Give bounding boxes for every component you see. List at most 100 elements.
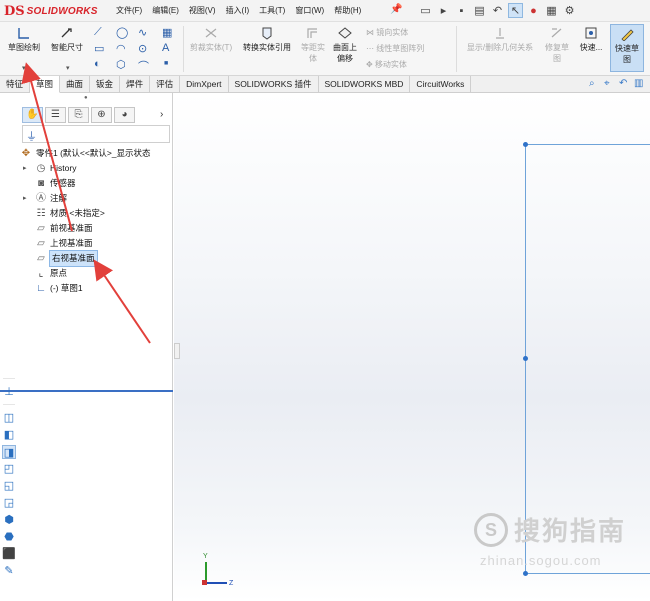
section-view-icon[interactable]: ▥ bbox=[634, 78, 646, 90]
offset-on-surface-button[interactable]: 曲面上 偏移 bbox=[330, 26, 360, 64]
menu-edit[interactable]: 编辑(E) bbox=[152, 5, 179, 16]
rectangle-icon[interactable]: ▭ bbox=[94, 42, 104, 55]
graphics-area[interactable]: S 搜狗指南 zhinan.sogou.com Y Z bbox=[174, 93, 650, 601]
tab-surfaces[interactable]: 曲面 bbox=[60, 76, 91, 93]
top-view-icon[interactable]: ◰ bbox=[2, 462, 16, 476]
quick-snaps-button[interactable]: 快速... bbox=[576, 26, 606, 53]
tree-filter[interactable]: ⏚ bbox=[22, 125, 170, 143]
menu-help[interactable]: 帮助(H) bbox=[334, 5, 361, 16]
text-icon[interactable]: A bbox=[162, 42, 169, 54]
linear-pattern-button[interactable]: ⋯ 线性草图阵列 bbox=[366, 43, 424, 54]
tree-item-annotations[interactable]: ▸ Ⓐ 注解 bbox=[20, 191, 173, 206]
mirror-entities-button[interactable]: ⋈ 镜向实体 bbox=[366, 27, 408, 38]
sketch-rectangle[interactable] bbox=[525, 144, 650, 574]
ellipse-icon[interactable]: ⊙ bbox=[138, 42, 147, 55]
zoom-area-icon[interactable]: ⌖ bbox=[604, 78, 616, 90]
tab-weldments[interactable]: 焊件 bbox=[120, 76, 151, 93]
expand-arrow-icon[interactable]: ▸ bbox=[23, 161, 27, 176]
arc-icon[interactable]: ◠ bbox=[116, 42, 126, 55]
right-view-icon[interactable]: ◨ bbox=[2, 445, 16, 459]
menu-window[interactable]: 窗口(W) bbox=[295, 5, 324, 16]
line-icon[interactable]: ⟋ bbox=[94, 26, 102, 39]
menu-tools[interactable]: 工具(T) bbox=[259, 5, 285, 16]
panel-collapse-handle[interactable] bbox=[174, 343, 180, 359]
tree-item-top-plane[interactable]: ▱ 上视基准面 bbox=[20, 236, 173, 251]
configuration-manager-tab-icon[interactable]: ⎘ bbox=[68, 107, 89, 123]
tab-mbd[interactable]: SOLIDWORKS MBD bbox=[319, 76, 411, 93]
tab-sheet-metal[interactable]: 钣金 bbox=[90, 76, 121, 93]
slot-icon[interactable]: ◐ bbox=[94, 58, 101, 70]
options-gear-icon[interactable]: ⚙ bbox=[562, 3, 577, 18]
tree-item-origin[interactable]: ⌞ 原点 bbox=[20, 266, 173, 281]
tab-circuitworks[interactable]: CircuitWorks bbox=[410, 76, 472, 93]
bottom-view-icon[interactable]: ◱ bbox=[2, 479, 16, 493]
undo-icon[interactable]: ↶ bbox=[490, 3, 505, 18]
tree-item-front-plane[interactable]: ▱ 前视基准面 bbox=[20, 221, 173, 236]
expand-arrow-icon[interactable]: ▸ bbox=[23, 191, 27, 206]
sketch-point[interactable] bbox=[523, 356, 528, 361]
point-icon[interactable]: ■ bbox=[164, 60, 168, 67]
select-pointer-icon[interactable]: ↖ bbox=[508, 3, 523, 18]
panel-grip[interactable]: ● bbox=[84, 95, 88, 101]
tab-evaluate[interactable]: 评估 bbox=[150, 76, 181, 93]
menu-view[interactable]: 视图(V) bbox=[189, 5, 216, 16]
smart-dimension-button[interactable]: 智能尺寸 bbox=[46, 26, 88, 53]
sketch-point[interactable] bbox=[523, 142, 528, 147]
chevron-right-icon[interactable]: › bbox=[160, 109, 163, 120]
menu-insert[interactable]: 插入(I) bbox=[226, 5, 250, 16]
trim-entities-button[interactable]: 剪裁实体(T) bbox=[186, 26, 236, 53]
tree-item-right-plane[interactable]: ▱ 右视基准面 bbox=[20, 250, 173, 267]
tab-addins[interactable]: SOLIDWORKS 插件 bbox=[229, 76, 319, 93]
sketch-point[interactable] bbox=[523, 571, 528, 576]
print-icon[interactable]: ▤ bbox=[472, 3, 487, 18]
fillet-icon[interactable]: ⌒ bbox=[138, 58, 149, 74]
convert-entities-button[interactable]: 转换实体引用 bbox=[238, 26, 296, 53]
rebuild-icon[interactable]: ● bbox=[526, 3, 541, 18]
dimxpert-manager-tab-icon[interactable]: ⊕ bbox=[91, 107, 112, 123]
circle-icon[interactable]: ◯ bbox=[116, 26, 128, 39]
solidworks-logo[interactable]: DS SOLIDWORKS bbox=[4, 3, 98, 19]
offset-entities-button[interactable]: 等距实 体 bbox=[298, 26, 328, 64]
tree-item-sketch1[interactable]: ∟ (-) 草图1 bbox=[20, 281, 173, 296]
pin-icon[interactable]: 📌 bbox=[390, 4, 402, 15]
quick-sketch-button[interactable]: 快速草 图 bbox=[610, 24, 644, 72]
move-entities-button[interactable]: ✥ 移动实体 bbox=[366, 59, 407, 70]
display-manager-tab-icon[interactable]: ◕ bbox=[114, 107, 135, 123]
back-view-icon[interactable]: ◧ bbox=[2, 428, 16, 442]
save-icon[interactable]: ▪ bbox=[454, 3, 469, 18]
tab-dimxpert[interactable]: DimXpert bbox=[180, 76, 229, 93]
display-relations-button[interactable]: 显示/删除几何关系 bbox=[460, 26, 540, 53]
tab-sketch[interactable]: 草图 bbox=[30, 76, 61, 93]
spline-icon[interactable]: ∿ bbox=[138, 26, 147, 39]
trimetric-view-icon[interactable]: ⬣ bbox=[2, 530, 16, 544]
smart-dim-dropdown-icon[interactable]: ▾ bbox=[66, 64, 70, 72]
normal-to-icon[interactable]: ⊥ bbox=[2, 385, 16, 399]
file-properties-icon[interactable]: ▦ bbox=[544, 3, 559, 18]
surface-grid-icon[interactable]: ▦ bbox=[162, 26, 172, 39]
property-manager-tab-icon[interactable]: ☰ bbox=[45, 107, 66, 123]
sketch-dropdown-icon[interactable]: ▾ bbox=[22, 64, 26, 72]
tree-item-sensors[interactable]: ◙ 传感器 bbox=[20, 176, 173, 191]
tree-item-history[interactable]: ▸ ◷ History bbox=[20, 161, 173, 176]
feature-manager-tab-icon[interactable]: ✋ bbox=[22, 107, 43, 123]
zoom-to-fit-icon[interactable]: ⌕ bbox=[589, 78, 601, 90]
tree-root-part[interactable]: ✥ 零件1 (默认<<默认>_显示状态 bbox=[20, 146, 173, 161]
tree-item-material[interactable]: ☷ 材质 <未指定> bbox=[20, 206, 173, 221]
strip-grip[interactable]: ······ bbox=[2, 376, 16, 382]
offset-icon bbox=[307, 28, 317, 38]
tab-features[interactable]: 特征 bbox=[0, 76, 31, 93]
new-document-icon[interactable]: ▭ bbox=[418, 3, 433, 18]
previous-view-icon[interactable]: ↶ bbox=[619, 78, 631, 90]
dimetric-view-icon[interactable]: ⬛ bbox=[2, 547, 16, 561]
measure-icon[interactable]: ✎ bbox=[2, 564, 16, 578]
polygon-icon[interactable]: ⬡ bbox=[116, 58, 126, 71]
repair-sketch-button[interactable]: 修复草 图 bbox=[542, 26, 572, 64]
left-view-icon[interactable]: ◲ bbox=[2, 496, 16, 510]
trim-icon bbox=[205, 28, 217, 38]
open-icon[interactable]: ▸ bbox=[436, 3, 451, 18]
isometric-view-icon[interactable]: ⬢ bbox=[2, 513, 16, 527]
sketch-button[interactable]: 草图绘制 bbox=[4, 26, 44, 53]
front-view-icon[interactable]: ◫ bbox=[2, 411, 16, 425]
menu-file[interactable]: 文件(F) bbox=[116, 5, 142, 16]
rollback-bar[interactable] bbox=[0, 390, 173, 392]
